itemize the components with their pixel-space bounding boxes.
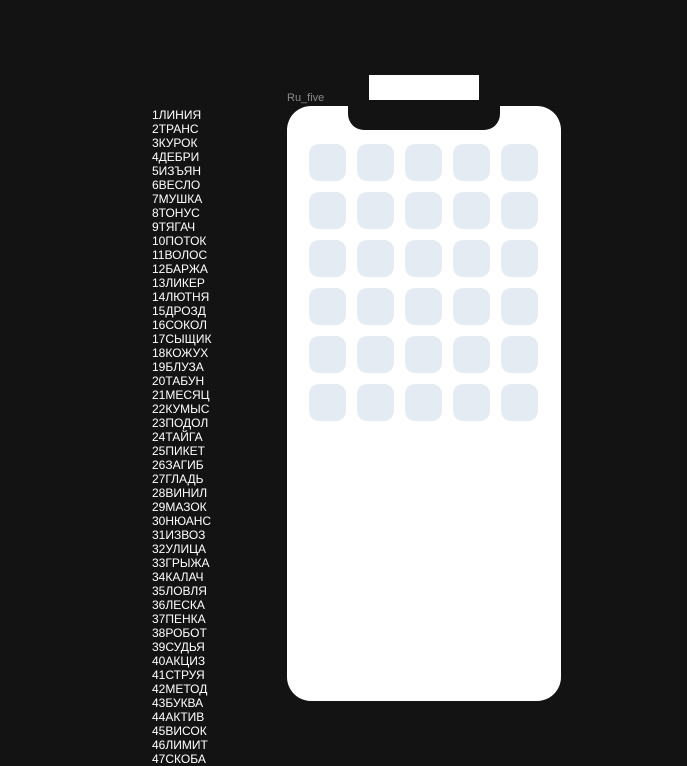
phone-notch (348, 100, 500, 130)
word-list-item: 4ДЕБРИ (152, 150, 200, 164)
word-list-item: 16СОКОЛ (152, 318, 208, 332)
grid-cell[interactable] (453, 336, 490, 373)
word-list-item: 18КОЖУХ (152, 346, 209, 360)
word-list-item: 19БЛУЗА (152, 360, 204, 374)
letter-grid (309, 144, 538, 421)
word-list-item: 29МАЗОК (152, 500, 207, 514)
word-list-item: 3КУРОК (152, 136, 198, 150)
grid-cell[interactable] (405, 336, 442, 373)
word-list-item: 39СУДЬЯ (152, 640, 205, 654)
grid-cell[interactable] (501, 288, 538, 325)
grid-cell[interactable] (357, 144, 394, 181)
word-list-item: 6ВЕСЛО (152, 178, 201, 192)
word-list-item: 36ЛЕСКА (152, 598, 205, 612)
word-list-item: 15ДРОЗД (152, 304, 206, 318)
word-list-item: 41СТРУЯ (152, 668, 205, 682)
word-list-item: 23ПОДОЛ (152, 416, 209, 430)
grid-cell[interactable] (309, 192, 346, 229)
grid-cell[interactable] (357, 384, 394, 421)
grid-cell[interactable] (501, 144, 538, 181)
word-list-item: 32УЛИЦА (152, 542, 206, 556)
word-list-item: 27ГЛАДЬ (152, 472, 204, 486)
word-list-item: 1ЛИНИЯ (152, 108, 202, 122)
word-list-item: 40АКЦИЗ (152, 654, 206, 668)
grid-cell[interactable] (405, 192, 442, 229)
grid-cell[interactable] (453, 192, 490, 229)
word-list-item: 5ИЗЪЯН (152, 164, 201, 178)
grid-cell[interactable] (357, 240, 394, 277)
word-list-item: 45ВИСОК (152, 724, 207, 738)
word-list-item: 10ПОТОК (152, 234, 207, 248)
grid-cell[interactable] (309, 144, 346, 181)
grid-cell[interactable] (405, 384, 442, 421)
word-list-item: 33ГРЫЖА (152, 556, 210, 570)
grid-cell[interactable] (357, 336, 394, 373)
word-list-item: 17СЫЩИК (152, 332, 212, 346)
grid-cell[interactable] (309, 384, 346, 421)
word-list-item: 7МУШКА (152, 192, 203, 206)
word-list-item: 47СКОБА (152, 752, 206, 766)
word-list-item: 34КАЛАЧ (152, 570, 204, 584)
word-list-item: 11ВОЛОС (152, 248, 208, 262)
word-list-item: 20ТАБУН (152, 374, 205, 388)
word-list-item: 8ТОНУС (152, 206, 200, 220)
word-list-item: 12БАРЖА (152, 262, 208, 276)
word-list-item: 13ЛИКЕР (152, 276, 205, 290)
grid-cell[interactable] (357, 192, 394, 229)
grid-cell[interactable] (309, 288, 346, 325)
grid-cell[interactable] (357, 288, 394, 325)
word-list-item: 42МЕТОД (152, 682, 208, 696)
word-list-item: 30НЮАНС (152, 514, 212, 528)
grid-cell[interactable] (453, 384, 490, 421)
word-list-item: 37ПЕНКА (152, 612, 206, 626)
grid-cell[interactable] (453, 288, 490, 325)
grid-cell[interactable] (453, 240, 490, 277)
word-list-item: 35ЛОВЛЯ (152, 584, 207, 598)
word-list: 1ЛИНИЯ 2ТРАНС 3КУРОК 4ДЕБРИ 5ИЗЪЯН 6ВЕСЛО 7МУШ… (152, 108, 212, 766)
word-list-item: 43БУКВА (152, 696, 204, 710)
word-list-item: 31ИЗВОЗ (152, 528, 206, 542)
grid-cell[interactable] (405, 144, 442, 181)
grid-cell[interactable] (405, 240, 442, 277)
grid-cell[interactable] (501, 240, 538, 277)
grid-cell[interactable] (405, 288, 442, 325)
word-list-item: 26ЗАГИБ (152, 458, 204, 472)
word-list-item: 44АКТИВ (152, 710, 205, 724)
word-list-item: 14ЛЮТНЯ (152, 290, 210, 304)
grid-cell[interactable] (501, 336, 538, 373)
grid-cell[interactable] (453, 144, 490, 181)
word-list-item: 9ТЯГАЧ (152, 220, 196, 234)
grid-cell[interactable] (309, 240, 346, 277)
frame-label: Ru_five (287, 92, 325, 104)
word-list-item: 28ВИНИЛ (152, 486, 208, 500)
word-list-item: 46ЛИМИТ (152, 738, 208, 752)
grid-cell[interactable] (501, 192, 538, 229)
word-list-item: 24ТАЙГА (152, 430, 203, 444)
grid-cell[interactable] (501, 384, 538, 421)
word-list-item: 25ПИКЕТ (152, 444, 205, 458)
grid-cell[interactable] (309, 336, 346, 373)
word-list-item: 38РОБОТ (152, 626, 207, 640)
word-list-item: 2ТРАНС (152, 122, 199, 136)
word-list-item: 22КУМЫС (152, 402, 210, 416)
word-list-item: 21МЕСЯЦ (152, 388, 210, 402)
